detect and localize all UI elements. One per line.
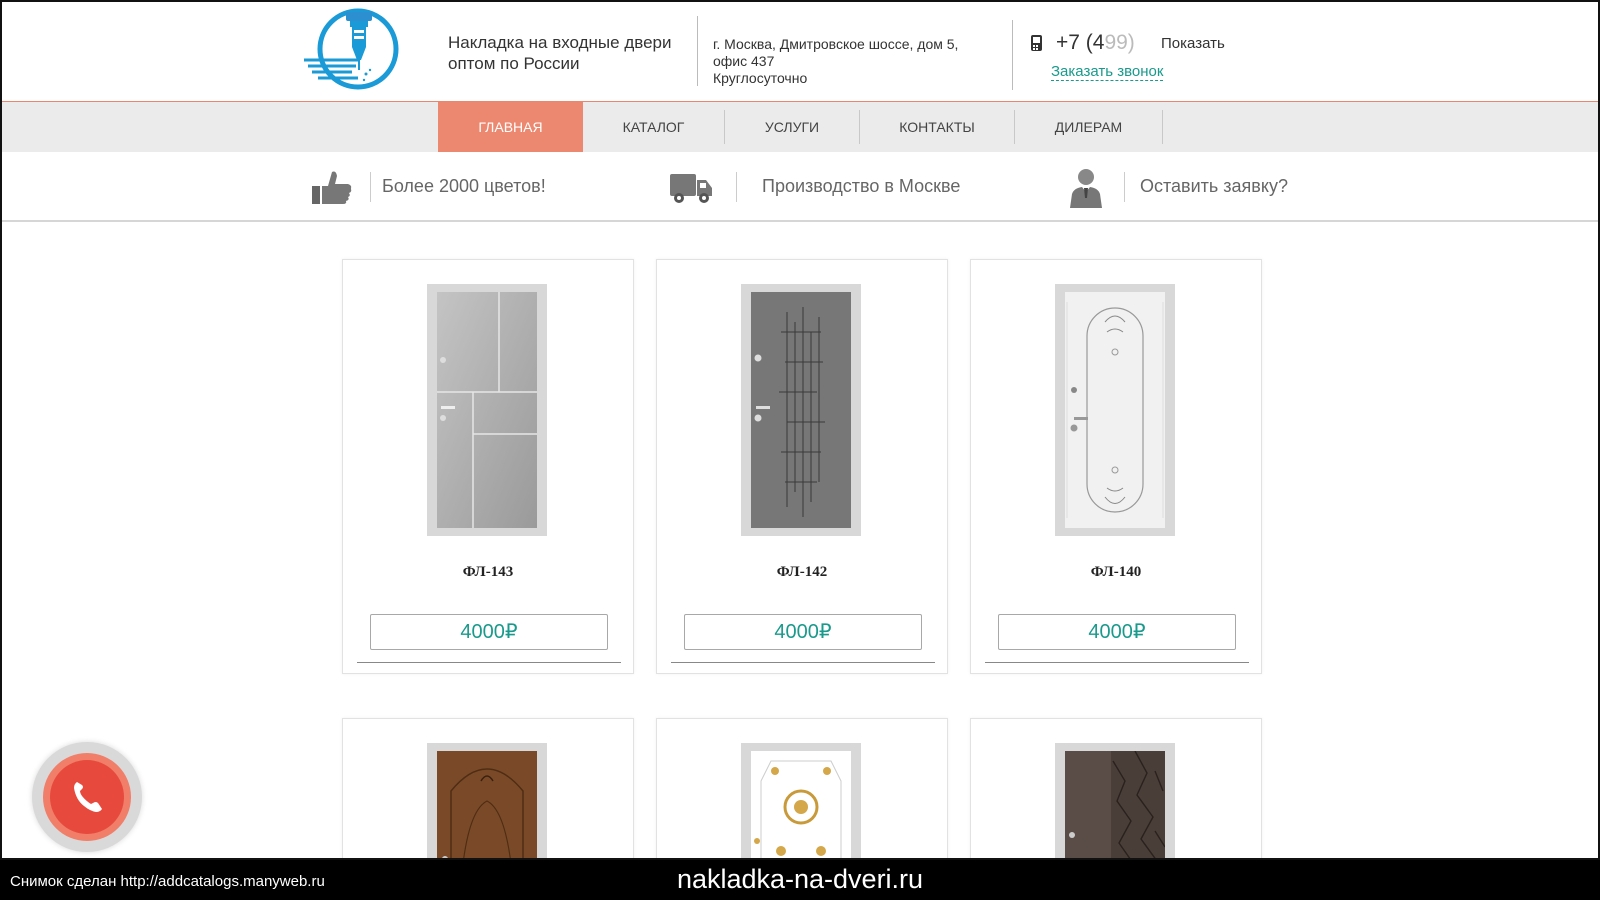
door-image[interactable] <box>1055 284 1175 536</box>
product-card[interactable] <box>970 718 1262 858</box>
phone-number: +7 (499) <box>1056 31 1135 55</box>
header-divider <box>1012 20 1013 90</box>
door-fl140-image <box>1065 292 1165 528</box>
site-tagline: Накладка на входные двери оптом по Росси… <box>448 33 672 73</box>
nav-item-contacts[interactable]: КОНТАКТЫ <box>860 102 1014 152</box>
nav-item-dealers[interactable]: ДИЛЕРАМ <box>1015 102 1162 152</box>
address-block: г. Москва, Дмитровское шоссе, дом 5, офи… <box>713 36 1003 87</box>
price-button[interactable]: 4000₽ <box>684 614 922 650</box>
site-domain: nakladka-na-dveri.ru <box>676 864 924 894</box>
feature-request-text[interactable]: Оставить заявку? <box>1140 176 1288 197</box>
nav-item-home[interactable]: ГЛАВНАЯ <box>438 102 583 152</box>
thumbs-up-icon <box>312 171 352 204</box>
phone-prefix: +7 (4 <box>1056 31 1105 54</box>
door-image[interactable] <box>427 743 547 858</box>
door-white-gold-image <box>751 751 851 858</box>
site-header: Накладка на входные двери оптом по Росси… <box>2 2 1598 102</box>
door-dark-pattern-image <box>1065 751 1165 858</box>
phone-handset-icon <box>74 782 102 812</box>
show-phone-link[interactable]: Показать <box>1161 35 1225 52</box>
nav-item-services[interactable]: УСЛУГИ <box>725 102 859 152</box>
door-image[interactable] <box>741 743 861 858</box>
product-title[interactable]: ФЛ-143 <box>343 564 633 581</box>
product-card[interactable]: ФЛ-142 4000₽ <box>656 259 948 674</box>
request-callback-link[interactable]: Заказать звонок <box>1051 63 1164 81</box>
feature-production-text: Производство в Москве <box>762 176 961 196</box>
feature-divider <box>1124 172 1125 202</box>
card-underline <box>671 662 935 663</box>
mobile-phone-icon <box>1031 35 1042 51</box>
price-button[interactable]: 4000₽ <box>370 614 608 650</box>
address-office: офис 437 <box>713 53 775 69</box>
product-title[interactable]: ФЛ-142 <box>657 564 947 581</box>
door-image[interactable] <box>741 284 861 536</box>
manager-icon <box>1070 169 1102 208</box>
phone-hidden-digits: 99) <box>1104 31 1135 54</box>
product-card[interactable] <box>656 718 948 858</box>
door-fl142-image <box>751 292 851 528</box>
door-fl143-image <box>437 292 537 528</box>
header-divider <box>697 16 698 86</box>
card-underline <box>985 662 1249 663</box>
main-nav: ГЛАВНАЯ КАТАЛОГ УСЛУГИ КОНТАКТЫ ДИЛЕРАМ <box>2 102 1598 152</box>
truck-icon <box>670 174 712 203</box>
product-card[interactable]: ФЛ-140 4000₽ <box>970 259 1262 674</box>
door-image[interactable] <box>427 284 547 536</box>
call-widget-button[interactable] <box>50 760 124 834</box>
working-hours: Круглосуточно <box>713 70 808 86</box>
nav-divider <box>1162 110 1163 144</box>
door-image[interactable] <box>1055 743 1175 858</box>
feature-divider <box>736 172 737 202</box>
price-button[interactable]: 4000₽ <box>998 614 1236 650</box>
product-card[interactable]: ФЛ-143 4000₽ <box>342 259 634 674</box>
address-line: г. Москва, Дмитровское шоссе, дом 5, <box>713 36 959 52</box>
card-underline <box>357 662 621 663</box>
door-wood-image <box>437 751 537 858</box>
feature-colors-text: Более 2000 цветов! <box>382 176 546 196</box>
page-frame: Накладка на входные двери оптом по Росси… <box>0 0 1600 860</box>
feature-divider <box>370 172 371 202</box>
nav-item-catalog[interactable]: КАТАЛОГ <box>583 102 724 152</box>
product-title[interactable]: ФЛ-140 <box>971 564 1261 581</box>
company-logo[interactable] <box>300 6 410 92</box>
product-card[interactable] <box>342 718 634 858</box>
features-bar: Более 2000 цветов! Производство в Москве… <box>2 152 1598 222</box>
